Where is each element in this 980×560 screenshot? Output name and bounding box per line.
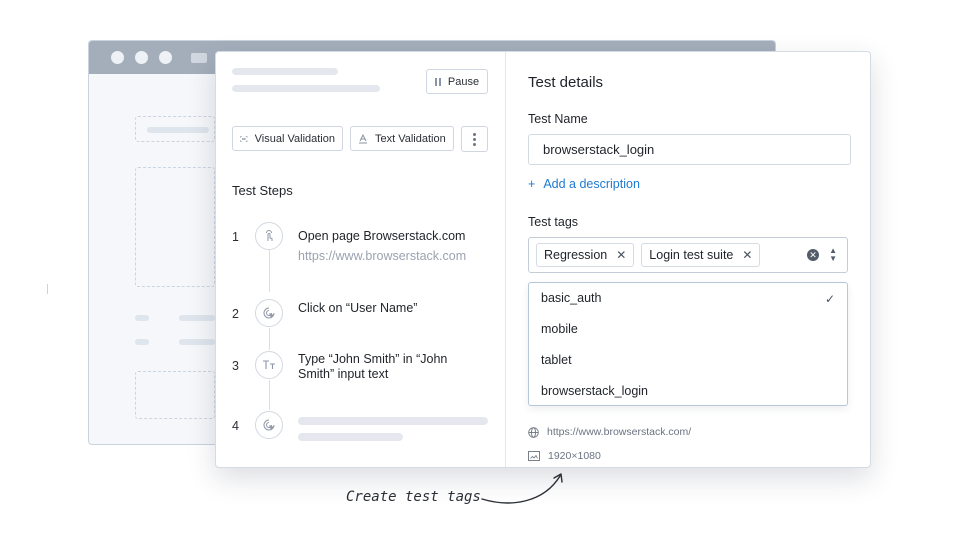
tag-option[interactable]: tablet [541,353,572,367]
test-name-input[interactable]: browserstack_login [528,134,851,165]
visual-validation-button[interactable]: Visual Validation [232,126,343,151]
tag-option[interactable]: basic_auth [541,291,601,305]
more-options-button[interactable] [461,126,488,152]
loading-skeleton [232,68,338,75]
annotation-arrow-icon [481,473,563,504]
loading-skeleton [298,417,488,425]
placeholder-bar [135,315,149,321]
step-text-line: Type “John Smith” in “John [298,352,448,366]
tag-option[interactable]: mobile [541,322,578,336]
step-text-line: Smith” input text [298,367,389,381]
test-editor-card: Pause Visual Validation Text Validation … [215,51,871,468]
loading-skeleton [232,85,380,92]
window-dot-minimize [135,51,148,64]
annotation-caption: Create test tags [346,489,481,505]
click-icon [255,411,283,439]
click-icon [255,299,283,327]
placeholder-box [135,371,215,419]
placeholder-bar [179,339,215,345]
clear-tags-icon[interactable]: ✕ [807,249,819,261]
visual-validation-icon [240,135,248,142]
placeholder-bar [135,339,149,345]
kebab-dot-icon [473,137,476,141]
screen-icon [528,451,540,461]
kebab-dot-icon [473,142,476,146]
text-type-icon [255,351,283,379]
step-url: https://www.browserstack.com [298,249,467,263]
globe-icon [528,426,539,438]
step-text: Click on “User Name” [298,301,418,315]
pause-button[interactable]: Pause [426,69,488,94]
remove-tag-icon[interactable]: ✕ [616,248,626,262]
kebab-dot-icon [473,132,476,136]
step-connector [269,380,270,410]
add-description-link[interactable]: + Add a description [528,177,640,191]
check-icon: ✓ [824,292,835,306]
tag-options-dropdown: basic_auth ✓ mobile tablet browserstack_… [528,282,848,406]
step-number: 3 [232,359,239,373]
text-validation-button[interactable]: Text Validation [350,126,454,151]
step-text: Open page Browserstack.com [298,229,466,243]
loading-skeleton [298,433,403,441]
text-validation-icon [359,133,367,143]
step-number: 1 [232,230,239,244]
tag-chip: Login test suite ✕ [641,243,761,267]
test-tags-label: Test tags [528,215,579,229]
test-steps-panel: Pause Visual Validation Text Validation … [216,52,506,467]
tag-chip: Regression ✕ [536,243,635,267]
tag-option[interactable]: browserstack_login [541,384,648,398]
pause-icon [434,77,441,86]
divider-mark [47,284,48,294]
step-connector [269,328,270,350]
test-steps-title: Test Steps [232,183,293,198]
window-dot-maximize [159,51,172,64]
test-details-heading: Test details [528,74,604,91]
test-details-panel: Test details Test Name browserstack_logi… [506,52,870,467]
touch-icon [255,222,283,250]
step-number: 4 [232,419,239,433]
remove-tag-icon[interactable]: ✕ [742,248,752,262]
chevron-up-down-icon[interactable]: ▲ ▼ [829,247,837,263]
step-connector [269,250,270,292]
test-tags-select[interactable]: Regression ✕ Login test suite ✕ ✕ ▲ ▼ [528,237,848,273]
test-url-meta: https://www.browserstack.com/ [528,426,691,438]
window-tab [191,52,207,63]
placeholder-bar [147,127,209,133]
window-dot-close [111,51,124,64]
plus-icon: + [528,177,536,191]
resolution-meta: 1920×1080 [528,450,601,462]
placeholder-bar [179,315,215,321]
placeholder-box [135,167,215,287]
test-name-label: Test Name [528,112,588,126]
step-number: 2 [232,307,239,321]
